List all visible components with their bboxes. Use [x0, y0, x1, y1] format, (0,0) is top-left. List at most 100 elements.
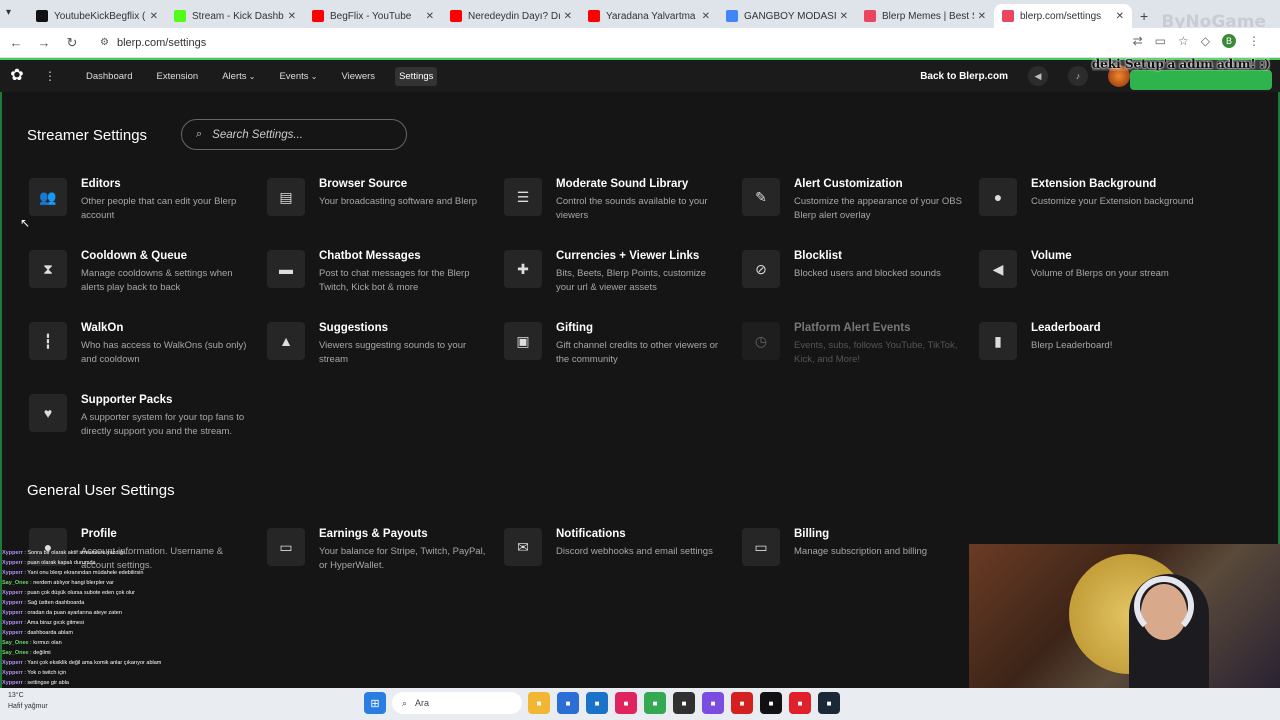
steam-icon[interactable]: ■: [818, 692, 840, 714]
bookmark-star-icon[interactable]: ☆: [1178, 34, 1189, 48]
tab-close-icon[interactable]: ✕: [288, 11, 296, 22]
setting-card[interactable]: ✚ Currencies + Viewer Links Bits, Beets, B…: [504, 250, 730, 295]
nav-item-viewers[interactable]: Viewers: [337, 67, 379, 86]
pinned-apps: ■ ■ ■ ■ ■ ■ ■ ■ ■ ■ ■: [528, 692, 840, 714]
nav-item-alerts[interactable]: Alerts ⌄: [218, 67, 259, 86]
more-menu-icon[interactable]: ⋮: [44, 69, 56, 83]
tab-close-icon[interactable]: ✕: [840, 11, 848, 22]
tiktok-live-icon[interactable]: ■: [760, 692, 782, 714]
chat-username: Xypperr: [2, 600, 23, 606]
back-arrow-icon[interactable]: ←: [4, 35, 28, 50]
file-explorer-icon[interactable]: ■: [528, 692, 550, 714]
setting-card[interactable]: ● Extension Background Customize your Exte…: [979, 178, 1205, 216]
site-info-icon[interactable]: ⚙: [100, 37, 109, 48]
setting-card[interactable]: ◷ Platform Alert Events Events, subs, foll…: [742, 322, 968, 367]
reload-icon[interactable]: ↻: [60, 35, 84, 51]
tab-close-icon[interactable]: ✕: [702, 11, 710, 22]
extensions-icon[interactable]: ◇: [1201, 34, 1210, 48]
setting-card[interactable]: ⊘ Blocklist Blocked users and blocked soun…: [742, 250, 968, 288]
setting-card[interactable]: ♥ Supporter Packs A supporter system for y…: [29, 394, 255, 439]
setting-card[interactable]: ✉ Notifications Discord webhooks and email…: [504, 528, 730, 566]
url-input[interactable]: ⚙ blerp.com/settings: [94, 32, 1094, 54]
setting-card[interactable]: 👥 Editors Other people that can edit your …: [29, 178, 255, 223]
setting-card-desc: Bits, Beets, Blerp Points, customize you…: [556, 268, 706, 293]
setting-card[interactable]: ☰ Moderate Sound Library Control the sound…: [504, 178, 730, 223]
setting-card-text: WalkOn Who has access to WalkOns (sub onl…: [81, 322, 251, 367]
tiktok-icon[interactable]: ■: [615, 692, 637, 714]
setting-card-title: Profile: [81, 528, 117, 540]
taskbar-search[interactable]: ⌕ Ara: [392, 692, 522, 714]
tab-favicon-icon: [588, 10, 600, 22]
setting-card[interactable]: ▤ Browser Source Your broadcasting softwar…: [267, 178, 493, 216]
tab-close-icon[interactable]: ✕: [150, 11, 158, 22]
setting-card[interactable]: ▣ Gifting Gift channel credits to other vi…: [504, 322, 730, 367]
setting-card-desc: Gift channel credits to other viewers or…: [556, 340, 719, 365]
chat-text: Yani çok eksiklik değil ama komik anlar …: [27, 660, 162, 666]
setting-card-title: Chatbot Messages: [319, 250, 421, 262]
blerp-logo-icon[interactable]: ✿: [8, 67, 26, 85]
store-icon[interactable]: ■: [557, 692, 579, 714]
browser-menu-icon[interactable]: ⋮: [1248, 34, 1260, 48]
browser-tab[interactable]: Yaradana Yalvartma - ✕: [580, 4, 718, 28]
sound-icon[interactable]: ◀: [1028, 66, 1048, 86]
browser-tab[interactable]: Blerp Memes | Best Strea... ✕: [856, 4, 994, 28]
setting-card-title: Extension Background: [1031, 178, 1157, 190]
browser-tab[interactable]: Neredeydin Dayı? Dışarıdı... ✕: [442, 4, 580, 28]
chat-text: puan çok düşük olursa subote eden çok ol…: [27, 590, 136, 596]
browser-tab[interactable]: BegFlix - YouTube ✕: [304, 4, 442, 28]
nav-item-events[interactable]: Events ⌄: [275, 67, 321, 86]
weather-widget[interactable]: 13°C Hafif yağmur: [8, 690, 48, 712]
windows-start-icon[interactable]: ⊞: [364, 692, 386, 714]
setting-card-desc: Events, subs, follows YouTube, TikTok, K…: [794, 340, 958, 365]
chat-text: dashboarda ablam: [27, 630, 73, 636]
chat-message: Say_Onee : değilmi: [2, 650, 51, 656]
setting-card[interactable]: ▭ Earnings & Payouts Your balance for Stri…: [267, 528, 493, 573]
setting-card[interactable]: ◀ Volume Volume of Blerps on your stream: [979, 250, 1205, 288]
chrome-icon[interactable]: ■: [644, 692, 666, 714]
setting-card[interactable]: ▮ Leaderboard Blerp Leaderboard!: [979, 322, 1205, 360]
tab-close-icon[interactable]: ✕: [426, 11, 434, 22]
opera-icon[interactable]: ■: [789, 692, 811, 714]
back-to-blerp-link[interactable]: Back to Blerp.com: [920, 71, 1008, 82]
tab-close-icon[interactable]: ✕: [1116, 11, 1124, 22]
search-settings-input[interactable]: ⌕ Search Settings...: [181, 119, 407, 150]
vpn-icon[interactable]: ■: [702, 692, 724, 714]
browser-tab[interactable]: YoutubeKickBegflix (@you... ✕: [28, 4, 166, 28]
nav-item-settings[interactable]: Settings: [395, 66, 438, 86]
walk-icon: ┇: [29, 322, 67, 360]
browser-tab[interactable]: blerp.com/settings ✕: [994, 4, 1132, 28]
cast-icon[interactable]: ▭: [1155, 34, 1166, 48]
profile-avatar[interactable]: B: [1222, 34, 1236, 48]
browser-tab[interactable]: GANGBOY MODASI - Goo... ✕: [718, 4, 856, 28]
tab-close-icon[interactable]: ✕: [978, 11, 986, 22]
setting-card-desc: Discord webhooks and email settings: [556, 546, 713, 557]
chevron-down-icon: ⌄: [246, 71, 256, 81]
tab-search-icon[interactable]: ▾: [6, 7, 11, 18]
setting-card[interactable]: ▬ Chatbot Messages Post to chat messages f…: [267, 250, 493, 295]
nav-item-dashboard[interactable]: Dashboard: [82, 67, 136, 86]
new-tab-button[interactable]: +: [1132, 4, 1156, 28]
outlook-icon[interactable]: ■: [586, 692, 608, 714]
tab-close-icon[interactable]: ✕: [564, 11, 572, 22]
tab-title: GANGBOY MODASI - Goo...: [744, 10, 836, 22]
setting-card[interactable]: ⧗ Cooldown & Queue Manage cooldowns & sett…: [29, 250, 255, 295]
setting-card[interactable]: ┇ WalkOn Who has access to WalkOns (sub on…: [29, 322, 255, 367]
browser-tab[interactable]: Stream - Kick Dashboard ✕: [166, 4, 304, 28]
setting-card[interactable]: ▲ Suggestions Viewers suggesting sounds to…: [267, 322, 493, 367]
chat-message: Xypperr : Yani onu blerp ekranından müda…: [2, 570, 144, 576]
setting-card[interactable]: ✎ Alert Customization Customize the appear…: [742, 178, 968, 223]
obs-icon[interactable]: ■: [673, 692, 695, 714]
magic-wand-icon: ✎: [742, 178, 780, 216]
chevron-down-icon: ⌄: [308, 71, 318, 81]
stream-overlay-text: deki Setup'a adım adım! :): [1091, 57, 1270, 71]
l-app-icon[interactable]: ■: [731, 692, 753, 714]
chat-message: Xypperr : Yani çok eksiklik değil ama ko…: [2, 660, 162, 666]
green-action-button[interactable]: [1130, 70, 1272, 90]
translate-icon[interactable]: ⇄: [1133, 34, 1143, 48]
nav-item-extension[interactable]: Extension: [152, 67, 202, 86]
setting-card[interactable]: ▭ Billing Manage subscription and billing: [742, 528, 968, 566]
notification-bell-icon[interactable]: ♪: [1068, 66, 1088, 86]
browser-icon: ▤: [267, 178, 305, 216]
setting-card-text: Editors Other people that can edit your B…: [81, 178, 251, 223]
forward-arrow-icon[interactable]: →: [32, 35, 56, 50]
